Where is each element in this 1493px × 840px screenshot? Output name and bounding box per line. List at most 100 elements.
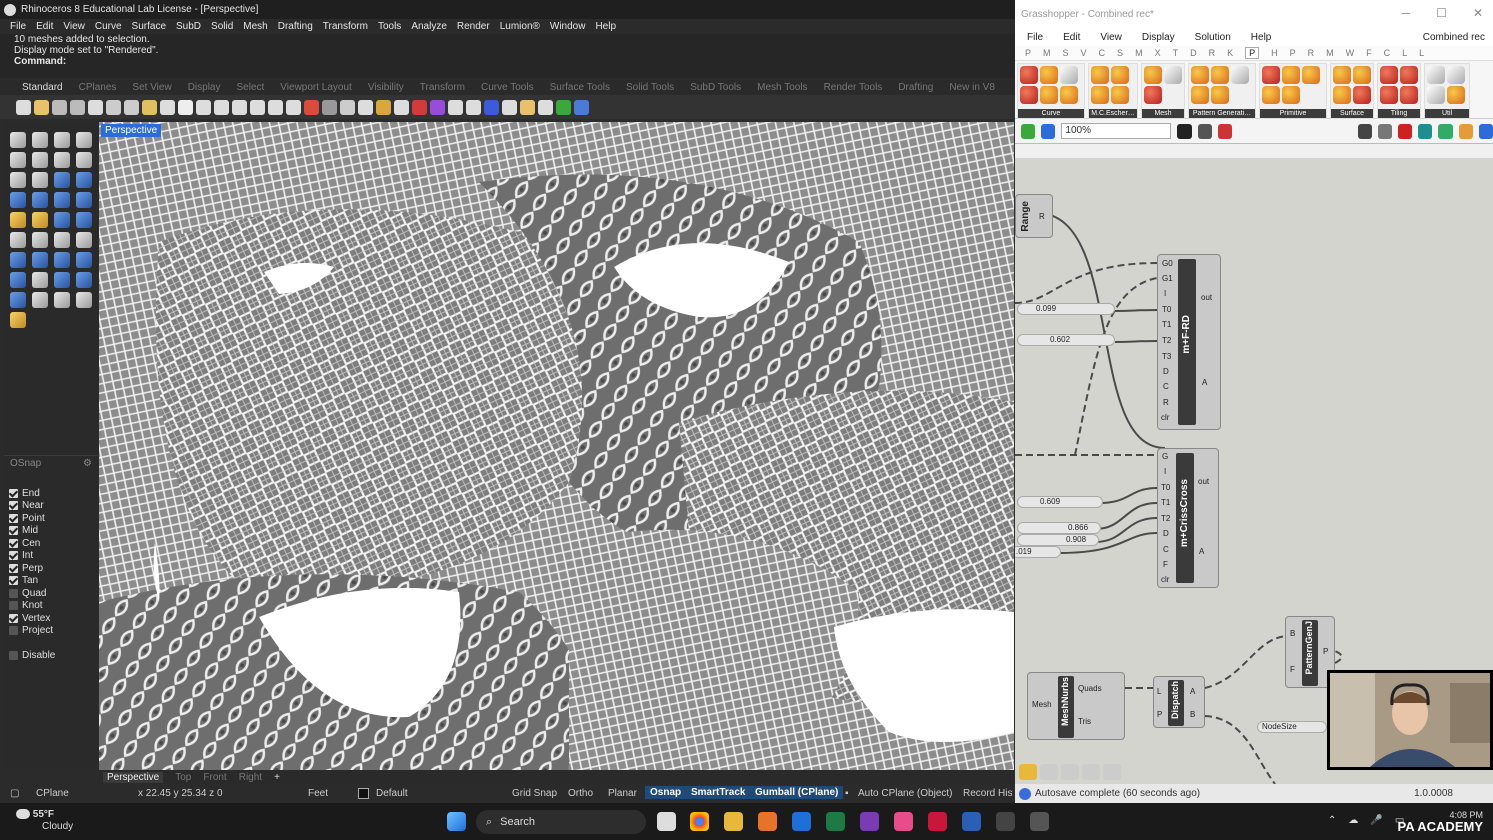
- sphere-icon[interactable]: [448, 99, 463, 115]
- open-folder-icon[interactable]: [34, 99, 49, 115]
- gh-menu-help[interactable]: Help: [1251, 32, 1272, 43]
- zoom-window-icon[interactable]: [232, 99, 247, 115]
- help-icon[interactable]: [574, 99, 589, 115]
- gear-icon[interactable]: ⚙: [83, 458, 92, 469]
- util-component-icon[interactable]: [1447, 86, 1465, 104]
- render-preview-icon[interactable]: [340, 99, 355, 115]
- pattern-component-icon[interactable]: [1231, 66, 1249, 84]
- nodesize-slider[interactable]: NodeSize: [1257, 721, 1327, 733]
- tiling-component-icon[interactable]: [1400, 66, 1418, 84]
- sun-component-icon[interactable]: [1040, 66, 1058, 84]
- escher-component-icon[interactable]: [1091, 66, 1109, 84]
- dispatch-component[interactable]: Dispatch L P A B: [1153, 676, 1205, 728]
- material-icon[interactable]: [1438, 123, 1453, 139]
- egg-component-icon[interactable]: [1262, 86, 1280, 104]
- checkbox[interactable]: [9, 551, 18, 561]
- surface-icon[interactable]: [54, 172, 70, 188]
- tab-surface-tools[interactable]: Surface Tools: [550, 82, 610, 93]
- record-history-toggle[interactable]: Record Hist: [963, 788, 1013, 799]
- materials-icon[interactable]: [412, 99, 427, 115]
- grid-layout-icon[interactable]: [286, 99, 301, 115]
- input-pin[interactable]: C: [1163, 545, 1169, 554]
- lock-icon[interactable]: ▪: [845, 788, 849, 799]
- tab-curve-tools[interactable]: Curve Tools: [481, 82, 534, 93]
- menu-view[interactable]: View: [63, 21, 85, 32]
- escher-component-icon[interactable]: [1111, 66, 1129, 84]
- curve-icon[interactable]: [76, 132, 92, 148]
- menu-curve[interactable]: Curve: [95, 21, 122, 32]
- mirror-icon[interactable]: [54, 272, 70, 288]
- zoom-extents-icon[interactable]: [250, 99, 265, 115]
- clock[interactable]: 4:08 PM PA ACADEMY: [1398, 809, 1483, 834]
- gh-tab[interactable]: P: [1025, 48, 1031, 58]
- output-pin[interactable]: out: [1201, 293, 1212, 302]
- options-icon[interactable]: [538, 99, 553, 115]
- maximize-icon[interactable]: ☐: [1436, 6, 1447, 20]
- checkbox[interactable]: [9, 601, 18, 611]
- input-pin[interactable]: F: [1163, 560, 1168, 569]
- input-pin[interactable]: T2: [1162, 336, 1171, 345]
- pattern-component-icon[interactable]: [1211, 66, 1229, 84]
- input-pin[interactable]: clr: [1161, 413, 1169, 422]
- copy-icon[interactable]: [124, 99, 139, 115]
- gear-icon[interactable]: [502, 99, 517, 115]
- input-pin[interactable]: clr: [1161, 575, 1169, 584]
- input-pin[interactable]: T2: [1161, 514, 1170, 523]
- checkbox[interactable]: [9, 501, 18, 511]
- number-slider[interactable]: .019: [1015, 546, 1061, 558]
- number-slider[interactable]: 0.099: [1017, 303, 1115, 315]
- checkbox[interactable]: [9, 588, 18, 598]
- surface-component-icon[interactable]: [1353, 66, 1371, 84]
- tab-display[interactable]: Display: [188, 82, 221, 93]
- rectangle-icon[interactable]: [76, 152, 92, 168]
- sphere-solid-icon[interactable]: [32, 192, 48, 208]
- checkbox[interactable]: [9, 538, 18, 548]
- util-component-icon[interactable]: [1427, 86, 1445, 104]
- tab-visibility[interactable]: Visibility: [368, 82, 404, 93]
- pan-hand-icon[interactable]: [178, 99, 193, 115]
- panel-toggle-icon[interactable]: ▢: [10, 788, 19, 799]
- word-icon[interactable]: [962, 812, 981, 831]
- onenote-icon[interactable]: [860, 812, 879, 831]
- gh-menu-edit[interactable]: Edit: [1063, 32, 1080, 43]
- input-pin[interactable]: B: [1290, 629, 1295, 638]
- menu-surface[interactable]: Surface: [132, 21, 166, 32]
- paste-icon[interactable]: [142, 99, 157, 115]
- menu-help[interactable]: Help: [595, 21, 616, 32]
- capsule-component-icon[interactable]: [1282, 86, 1300, 104]
- menu-analyze[interactable]: Analyze: [411, 21, 447, 32]
- boolean-icon[interactable]: [54, 212, 70, 228]
- mesh-grid-icon[interactable]: [466, 99, 481, 115]
- menu-tools[interactable]: Tools: [378, 21, 401, 32]
- input-pin[interactable]: I: [1164, 289, 1166, 298]
- text-icon[interactable]: [10, 252, 26, 268]
- chrome-icon[interactable]: [690, 812, 709, 831]
- gh-tab[interactable]: S: [1117, 48, 1123, 58]
- split-icon[interactable]: [76, 212, 92, 228]
- osnap-toggle[interactable]: Osnap: [645, 786, 687, 799]
- print-icon[interactable]: [70, 99, 85, 115]
- input-pin[interactable]: T1: [1162, 320, 1171, 329]
- cylinder-component-icon[interactable]: [1164, 66, 1182, 84]
- menu-subd[interactable]: SubD: [176, 21, 201, 32]
- eye-preview-icon[interactable]: [1197, 123, 1212, 139]
- menu-transform[interactable]: Transform: [323, 21, 368, 32]
- color-wheel-icon[interactable]: [430, 99, 445, 115]
- chevron-up-icon[interactable]: ⌃: [1328, 815, 1336, 826]
- checkbox[interactable]: [9, 526, 18, 536]
- color-preview-icon[interactable]: [1458, 123, 1473, 139]
- surface-component-icon[interactable]: [1353, 86, 1371, 104]
- rotate-view-icon[interactable]: [196, 99, 211, 115]
- osnap-disable[interactable]: Disable: [4, 650, 98, 661]
- render-sphere-icon[interactable]: [484, 99, 499, 115]
- gh-tab[interactable]: M: [1135, 48, 1143, 58]
- menu-window[interactable]: Window: [550, 21, 586, 32]
- number-slider[interactable]: 0.609: [1017, 496, 1103, 508]
- menu-edit[interactable]: Edit: [36, 21, 53, 32]
- offset-icon[interactable]: [76, 232, 92, 248]
- input-pin[interactable]: I: [1164, 467, 1166, 476]
- range-component[interactable]: Range R: [1015, 194, 1053, 238]
- point-icon[interactable]: [32, 132, 48, 148]
- sketch-tool-icon[interactable]: [1019, 764, 1037, 780]
- close-icon[interactable]: ✕: [1473, 6, 1483, 20]
